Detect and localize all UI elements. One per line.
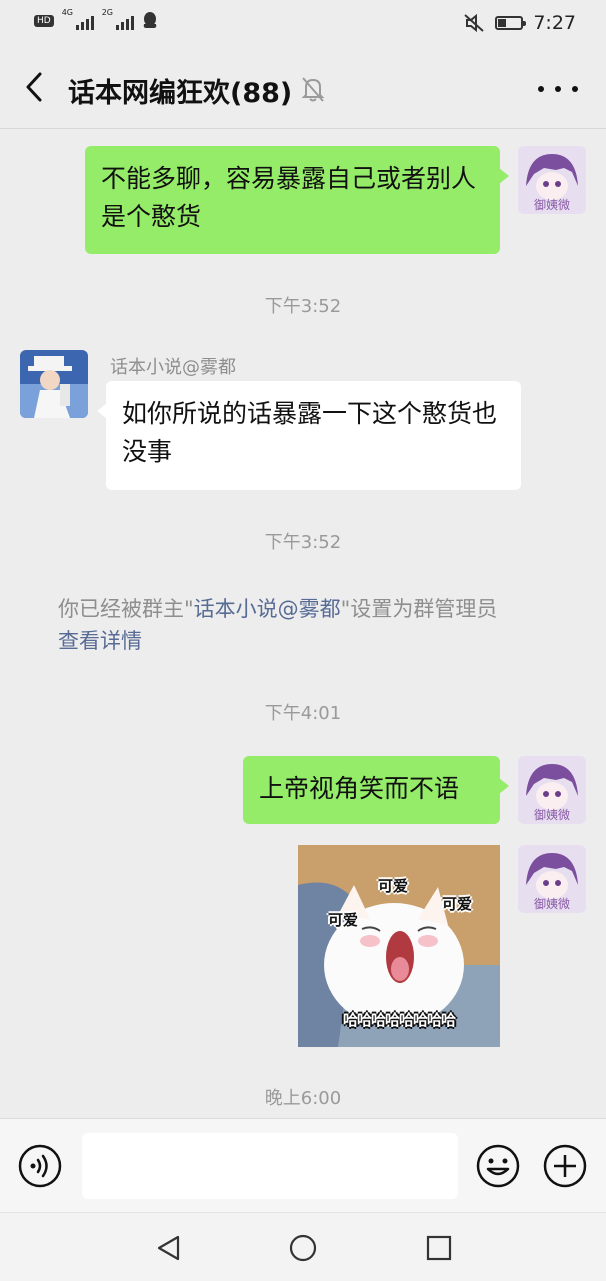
qq-notification-icon <box>143 12 156 28</box>
outgoing-message-bubble[interactable]: 不能多聊，容易暴露自己或者别人是个憨货 <box>85 146 509 254</box>
silent-icon <box>464 13 484 33</box>
svg-text:御姨微: 御姨微 <box>534 197 570 212</box>
signal-2g-icon: 2G <box>102 8 134 30</box>
status-bar: HD 4G 2G 7:27 <box>0 0 606 46</box>
incoming-message-bubble[interactable]: 如你所说的话暴露一下这个憨货也没事 <box>97 381 521 490</box>
triangle-back-icon[interactable] <box>154 1233 184 1263</box>
self-avatar[interactable]: 御姨微 <box>518 845 586 913</box>
chat-title: 话本网编狂欢(88) <box>68 78 293 109</box>
circle-home-icon[interactable] <box>288 1233 318 1263</box>
svg-text:御姨微: 御姨微 <box>534 896 570 911</box>
chat-header: 话本网编狂欢(88) <box>0 46 606 129</box>
timestamp: 下午3:52 <box>264 532 342 553</box>
message-text: 上帝视角笑而不语 <box>259 774 460 803</box>
message-text: 如你所说的话暴露一下这个憨货也没事 <box>122 399 498 466</box>
self-avatar[interactable]: 御姨微 <box>518 146 586 214</box>
sticker-label: 可爱 <box>328 911 359 929</box>
timestamp: 下午4:01 <box>264 703 342 724</box>
message-text: 不能多聊，容易暴露自己或者别人是个憨货 <box>101 164 477 231</box>
message-list[interactable]: 不能多聊，容易暴露自己或者别人是个憨货 御姨微 下午3:52 话本小说@雾都 如… <box>0 129 606 1117</box>
sticker-image[interactable]: 可爱 可爱 可爱 哈哈哈哈哈哈哈哈 <box>298 845 500 1047</box>
system-message: 你已经被群主"话本小说@雾都"设置为群管理员 查看详情 <box>58 593 558 657</box>
chevron-left-icon[interactable] <box>20 68 50 106</box>
more-dots-icon[interactable] <box>538 74 578 104</box>
system-nav-bar <box>0 1212 606 1281</box>
status-time: 7:27 <box>533 12 576 34</box>
sticker-label: 可爱 <box>442 895 473 913</box>
sticker-caption: 哈哈哈哈哈哈哈哈 <box>342 1011 456 1029</box>
signal-4g-icon: 4G <box>62 8 94 30</box>
sender-avatar[interactable] <box>20 350 88 418</box>
square-recent-icon[interactable] <box>424 1233 454 1263</box>
smiley-icon[interactable] <box>476 1144 520 1188</box>
voice-icon[interactable] <box>18 1144 62 1188</box>
self-avatar[interactable]: 御姨微 <box>518 756 586 824</box>
sender-name: 话本小说@雾都 <box>110 357 236 378</box>
message-input[interactable] <box>82 1133 458 1199</box>
timestamp: 晚上6:00 <box>264 1088 342 1109</box>
plus-circle-icon[interactable] <box>543 1144 587 1188</box>
battery-icon <box>495 16 527 30</box>
view-details-link[interactable]: 查看详情 <box>58 625 558 657</box>
bell-off-icon <box>301 77 325 102</box>
hd-badge: HD <box>34 15 54 27</box>
sticker-label: 可爱 <box>378 877 409 895</box>
admin-owner-name[interactable]: 话本小说@雾都 <box>194 597 341 621</box>
timestamp: 下午3:52 <box>264 296 342 317</box>
outgoing-message-bubble[interactable]: 上帝视角笑而不语 <box>243 756 509 824</box>
svg-text:御姨微: 御姨微 <box>534 807 570 822</box>
input-bar <box>0 1118 606 1213</box>
